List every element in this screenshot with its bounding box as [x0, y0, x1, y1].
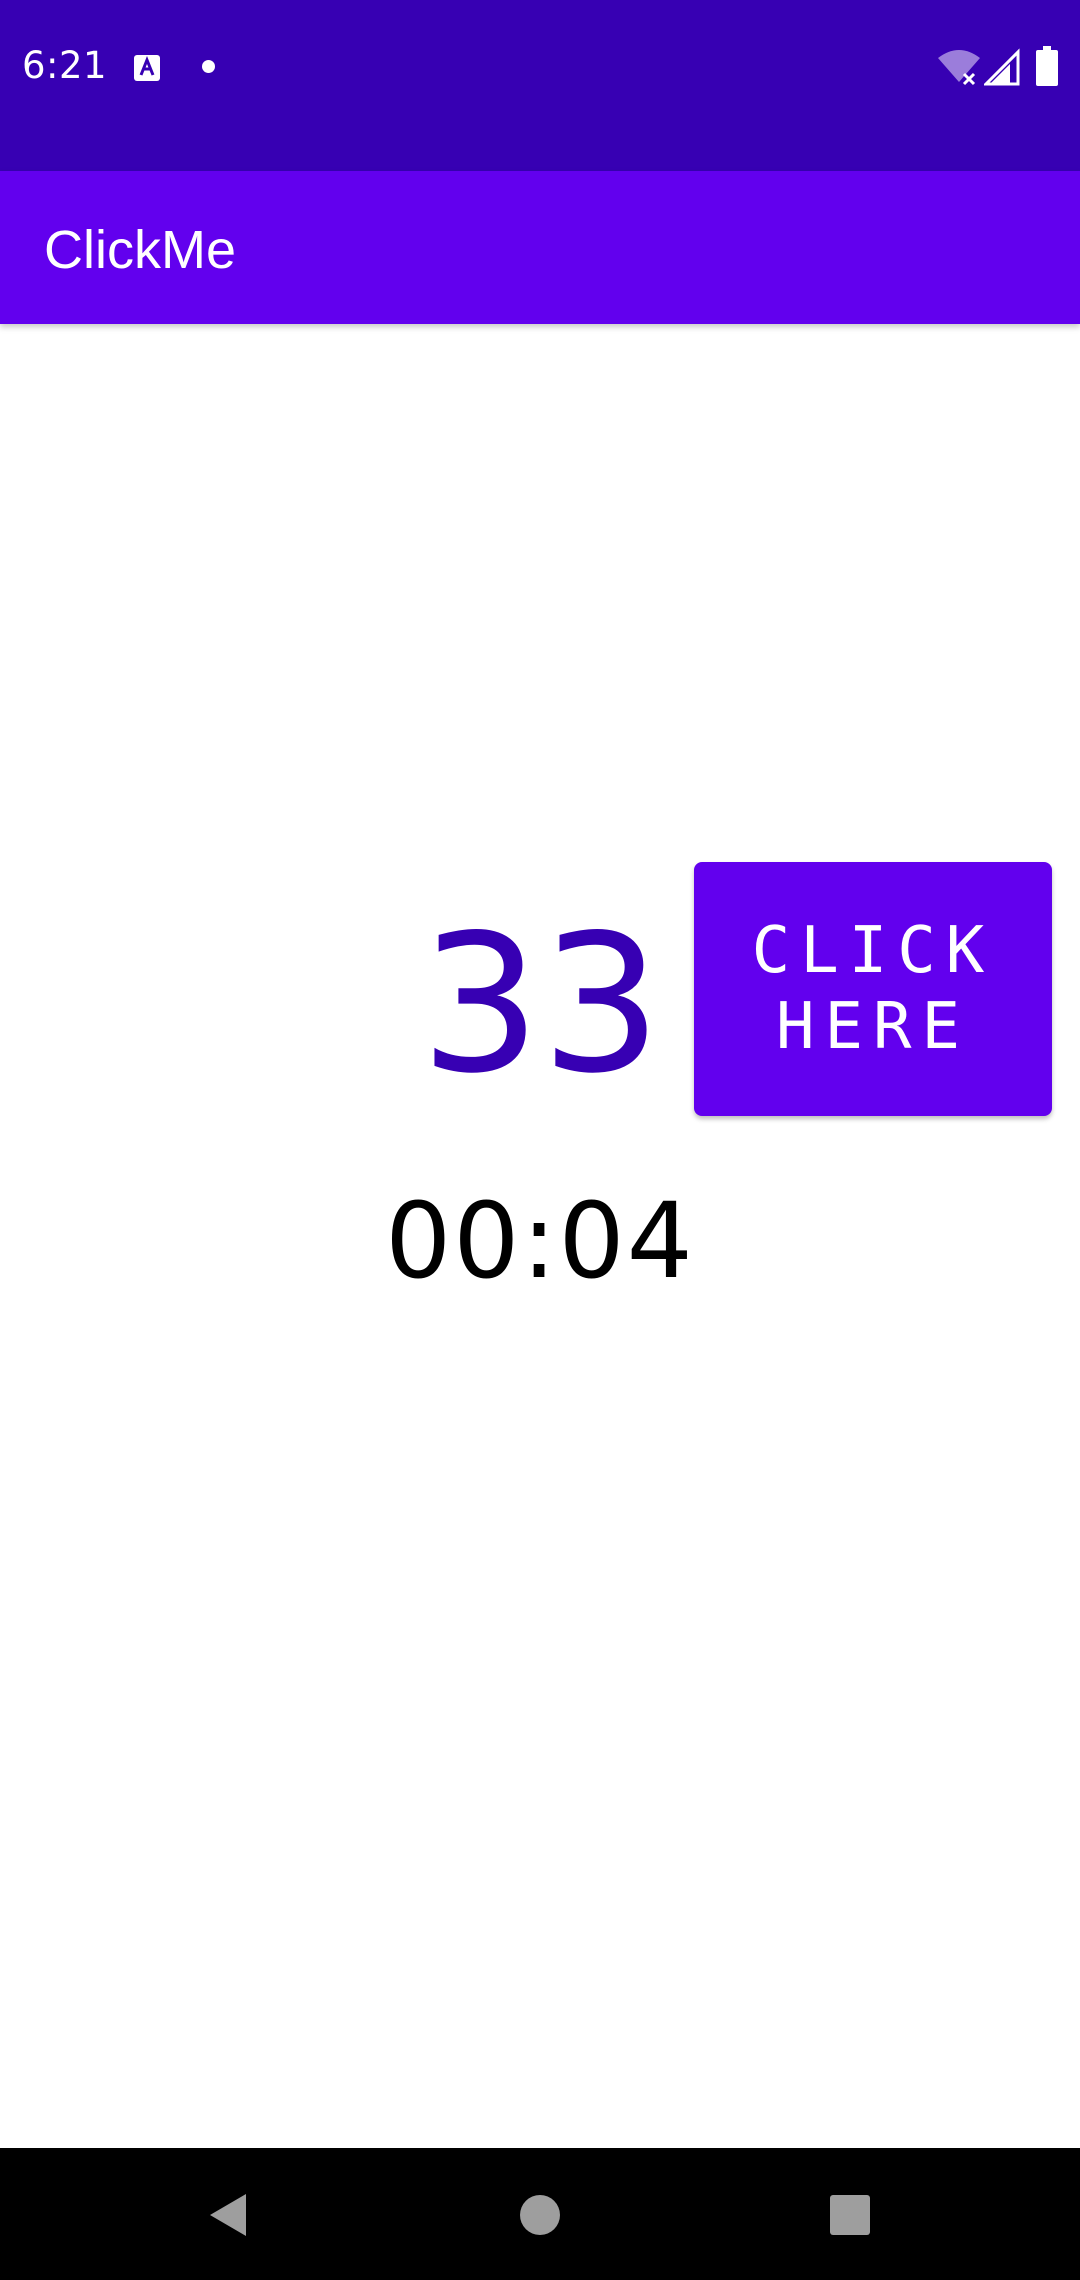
click-here-button[interactable]: CLICK HERE — [694, 862, 1052, 1116]
wifi-off-icon — [938, 50, 980, 86]
back-icon[interactable] — [204, 2190, 250, 2240]
cell-signal-icon — [984, 48, 1020, 86]
recents-icon[interactable] — [830, 2195, 870, 2235]
status-time: 6:21 — [22, 44, 108, 87]
battery-icon — [1036, 46, 1058, 86]
app-title: ClickMe — [44, 220, 237, 280]
home-icon[interactable] — [520, 2195, 560, 2235]
click-counter: 33 — [420, 894, 662, 1115]
status-bar: 6:21 — [0, 0, 1080, 171]
app-bar: ClickMe — [0, 171, 1080, 324]
elapsed-timer: 00:04 — [385, 1180, 695, 1302]
notification-dot-icon — [202, 60, 215, 73]
accessibility-app-icon — [134, 55, 160, 81]
